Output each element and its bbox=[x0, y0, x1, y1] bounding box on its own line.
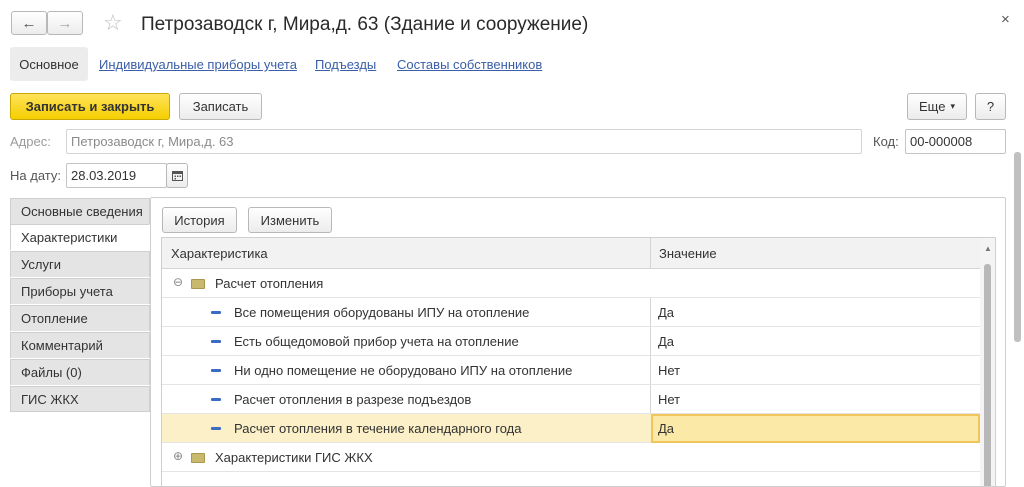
date-field[interactable]: 28.03.2019 bbox=[66, 163, 167, 188]
side-tab-characteristics[interactable]: Характеристики bbox=[10, 224, 150, 250]
column-separator bbox=[650, 356, 651, 384]
row-value[interactable]: Да bbox=[658, 305, 674, 320]
selected-value-cell[interactable]: Да bbox=[651, 414, 980, 443]
save-and-close-button[interactable]: Записать и закрыть bbox=[10, 93, 170, 120]
side-tab-meters[interactable]: Приборы учета bbox=[10, 278, 150, 304]
collapse-icon[interactable]: ⊖ bbox=[173, 275, 183, 289]
item-marker-icon bbox=[211, 311, 221, 314]
expand-icon[interactable]: ⊕ bbox=[173, 449, 183, 463]
table-row[interactable]: Все помещения оборудованы ИПУ на отоплен… bbox=[162, 298, 980, 327]
side-tab-basic-info[interactable]: Основные сведения bbox=[10, 198, 150, 224]
row-value: Да bbox=[658, 421, 675, 436]
address-label: Адрес: bbox=[10, 134, 51, 149]
page-scrollbar-thumb[interactable] bbox=[1014, 152, 1021, 342]
table-row-selected[interactable]: Расчет отопления в течение календарного … bbox=[162, 414, 980, 443]
column-separator bbox=[650, 327, 651, 355]
table-scrollbar-thumb[interactable] bbox=[984, 264, 991, 486]
item-marker-icon bbox=[211, 398, 221, 401]
item-marker-icon bbox=[211, 427, 221, 430]
table-row-group[interactable]: ⊕ Характеристики ГИС ЖКХ bbox=[162, 443, 980, 472]
date-label: На дату: bbox=[10, 168, 61, 183]
address-field[interactable]: Петрозаводск г, Мира,д. 63 bbox=[66, 129, 862, 154]
tab-entrances[interactable]: Подъезды bbox=[315, 57, 376, 72]
help-button[interactable]: ? bbox=[975, 93, 1006, 120]
row-value[interactable]: Да bbox=[658, 334, 674, 349]
column-characteristic[interactable]: Характеристика bbox=[171, 246, 268, 261]
table-row-group[interactable]: ⊖ Расчет отопления bbox=[162, 269, 980, 298]
item-marker-icon bbox=[211, 369, 221, 372]
characteristics-table: Характеристика Значение ⊖ Расчет отоплен… bbox=[161, 237, 996, 487]
row-name: Расчет отопления в течение календарного … bbox=[234, 421, 522, 436]
table-row[interactable]: Есть общедомовой прибор учета на отоплен… bbox=[162, 327, 980, 356]
chevron-down-icon: ▾ bbox=[950, 101, 955, 111]
tab-main[interactable]: Основное bbox=[10, 47, 88, 81]
row-name: Расчет отопления в разрезе подъездов bbox=[234, 392, 472, 407]
side-tab-gis[interactable]: ГИС ЖКХ bbox=[10, 386, 150, 412]
folder-icon bbox=[191, 279, 205, 289]
more-button[interactable]: Еще ▾ bbox=[907, 93, 967, 120]
save-button[interactable]: Записать bbox=[179, 93, 262, 120]
arrow-right-icon: → bbox=[57, 14, 73, 32]
folder-icon bbox=[191, 453, 205, 463]
calendar-button[interactable] bbox=[166, 163, 188, 188]
column-separator bbox=[650, 238, 651, 268]
forward-button[interactable]: → bbox=[47, 11, 83, 35]
arrow-left-icon: ← bbox=[21, 14, 37, 32]
back-button[interactable]: ← bbox=[11, 11, 47, 35]
code-label: Код: bbox=[873, 134, 899, 149]
scroll-up-icon[interactable]: ▲ bbox=[984, 244, 992, 253]
side-tab-comment[interactable]: Комментарий bbox=[10, 332, 150, 358]
history-button[interactable]: История bbox=[162, 207, 237, 233]
row-value[interactable]: Нет bbox=[658, 363, 680, 378]
item-marker-icon bbox=[211, 340, 221, 343]
close-icon[interactable]: × bbox=[1001, 11, 1010, 28]
side-tab-files[interactable]: Файлы (0) bbox=[10, 359, 150, 385]
column-separator bbox=[650, 385, 651, 413]
row-name: Характеристики ГИС ЖКХ bbox=[215, 450, 373, 465]
favorite-star-icon[interactable]: ☆ bbox=[103, 11, 123, 35]
side-tab-services[interactable]: Услуги bbox=[10, 251, 150, 277]
calendar-icon bbox=[171, 171, 183, 181]
more-label: Еще bbox=[919, 99, 946, 114]
edit-button[interactable]: Изменить bbox=[248, 207, 332, 233]
table-row[interactable]: Расчет отопления в разрезе подъездов Нет bbox=[162, 385, 980, 414]
tab-individual-meters[interactable]: Индивидуальные приборы учета bbox=[99, 57, 297, 72]
table-row[interactable]: Ни одно помещение не оборудовано ИПУ на … bbox=[162, 356, 980, 385]
row-value[interactable]: Нет bbox=[658, 392, 680, 407]
tab-owners[interactable]: Составы собственников bbox=[397, 57, 542, 72]
code-field[interactable]: 00-000008 bbox=[905, 129, 1006, 154]
column-value[interactable]: Значение bbox=[659, 246, 717, 261]
side-tab-heating[interactable]: Отопление bbox=[10, 305, 150, 331]
row-name: Все помещения оборудованы ИПУ на отоплен… bbox=[234, 305, 530, 320]
row-name: Ни одно помещение не оборудовано ИПУ на … bbox=[234, 363, 573, 378]
window-title: Петрозаводск г, Мира,д. 63 (Здание и соо… bbox=[141, 14, 589, 35]
row-name: Расчет отопления bbox=[215, 276, 324, 291]
column-separator bbox=[650, 298, 651, 326]
row-name: Есть общедомовой прибор учета на отоплен… bbox=[234, 334, 519, 349]
table-header: Характеристика Значение bbox=[162, 238, 980, 269]
